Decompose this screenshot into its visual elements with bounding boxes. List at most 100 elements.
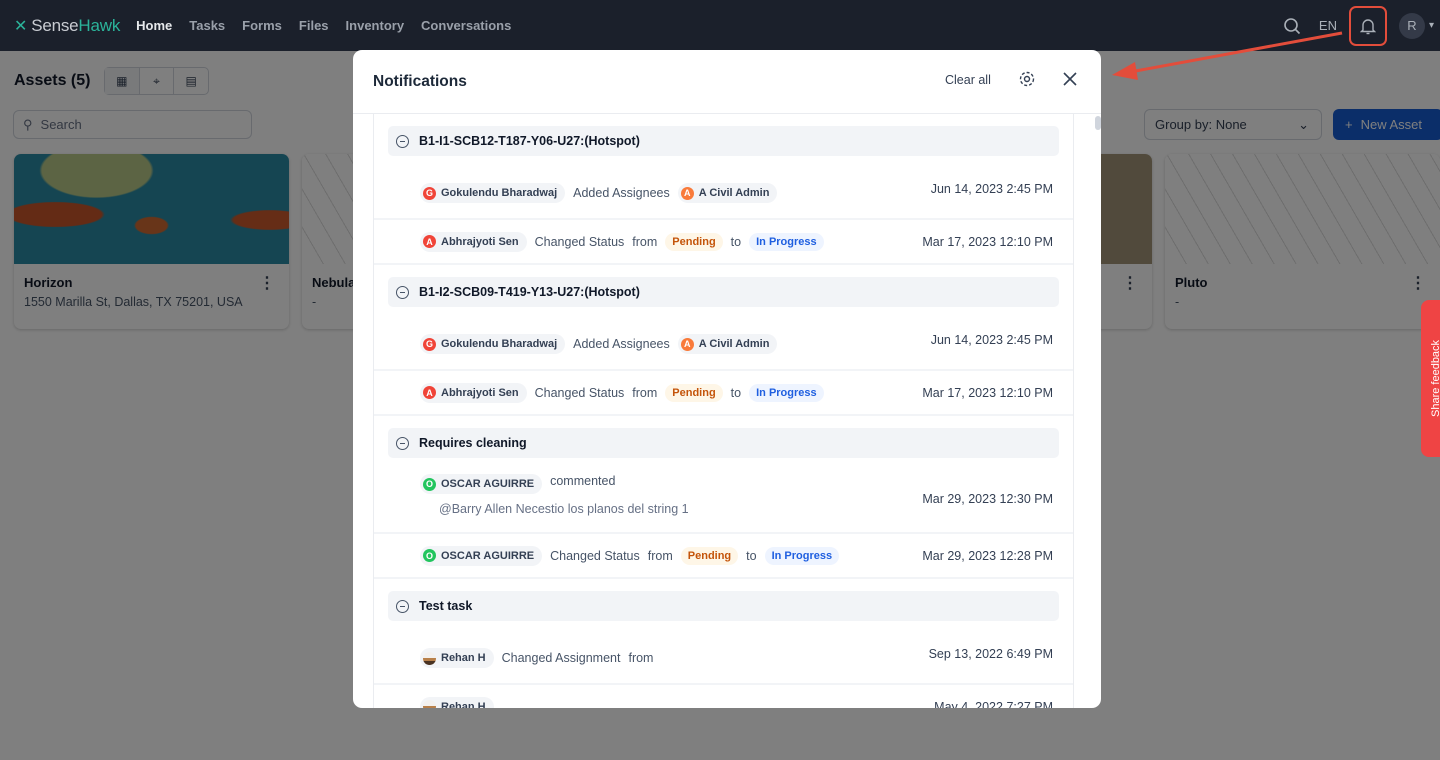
share-feedback-button[interactable]: Share feedback bbox=[1421, 300, 1440, 457]
chevron-down-icon[interactable]: ▾ bbox=[1429, 20, 1434, 31]
timestamp: Mar 29, 2023 12:30 PM bbox=[922, 492, 1053, 506]
status-badge-in-progress: In Progress bbox=[749, 383, 824, 402]
user-name: OSCAR AGUIRRE bbox=[441, 549, 535, 562]
notification-row[interactable]: O OSCAR AGUIRRE commented @Barry Allen Nece… bbox=[374, 458, 1073, 534]
language-selector[interactable]: EN bbox=[1319, 18, 1337, 33]
nav-forms[interactable]: Forms bbox=[242, 18, 282, 33]
action-text: Changed Status bbox=[534, 385, 625, 400]
user-chip[interactable]: Rehan H bbox=[420, 648, 494, 668]
timestamp: Jun 14, 2023 2:45 PM bbox=[930, 182, 1053, 196]
user-chip[interactable]: O OSCAR AGUIRRE bbox=[420, 474, 543, 494]
user-avatar: A bbox=[680, 337, 694, 351]
user-avatar bbox=[423, 651, 436, 665]
logo-icon: ✕ bbox=[14, 17, 28, 35]
action-text: Added Assignees bbox=[573, 186, 670, 200]
group-title: Test task bbox=[419, 599, 473, 613]
notifications-button[interactable] bbox=[1348, 5, 1387, 46]
search-icon[interactable] bbox=[1283, 17, 1301, 35]
timestamp: Jun 14, 2023 2:45 PM bbox=[930, 333, 1053, 347]
user-chip[interactable]: G Gokulendu Bharadwaj bbox=[420, 183, 566, 203]
status-badge-in-progress: In Progress bbox=[749, 232, 824, 251]
timestamp: Mar 17, 2023 12:10 PM bbox=[922, 385, 1053, 400]
user-name: A Civil Admin bbox=[698, 187, 770, 199]
scrollbar[interactable] bbox=[1095, 116, 1101, 130]
nav-files[interactable]: Files bbox=[299, 18, 329, 33]
user-name: Abhrajyoti Sen bbox=[441, 386, 519, 399]
user-name: Gokulendu Bharadwaj bbox=[441, 187, 558, 199]
comment-text: @Barry Allen Necestio los planos del str… bbox=[439, 502, 689, 516]
group-header[interactable]: Test task bbox=[388, 591, 1059, 621]
user-avatar: O bbox=[423, 549, 436, 562]
notification-row[interactable]: O OSCAR AGUIRRE Changed Status from Pending t… bbox=[374, 534, 1073, 579]
action-text: Changed Status bbox=[534, 234, 625, 249]
timestamp: Mar 17, 2023 12:10 PM bbox=[922, 234, 1053, 249]
user-name: Abhrajyoti Sen bbox=[441, 235, 519, 248]
close-icon[interactable] bbox=[1061, 70, 1079, 88]
group-title: Requires cleaning bbox=[419, 436, 527, 450]
clear-all-button[interactable]: Clear all bbox=[945, 73, 991, 87]
status-badge-pending: Pending bbox=[665, 383, 723, 402]
status-badge-pending: Pending bbox=[665, 232, 723, 251]
timestamp: Mar 29, 2023 12:28 PM bbox=[922, 548, 1053, 563]
user-chip[interactable]: A A Civil Admin bbox=[677, 183, 778, 203]
user-avatar: A bbox=[423, 235, 436, 248]
user-avatar: G bbox=[423, 186, 436, 200]
sensehawk-logo[interactable]: ✕ Sense Hawk bbox=[14, 16, 120, 36]
nav-tasks[interactable]: Tasks bbox=[189, 18, 225, 33]
user-name: OSCAR AGUIRRE bbox=[441, 478, 535, 490]
user-chip[interactable]: O OSCAR AGUIRRE bbox=[420, 545, 543, 566]
action-text: Added Assignees bbox=[573, 337, 670, 351]
timestamp: May 4, 2022 7:27 PM bbox=[934, 699, 1053, 709]
user-chip[interactable]: G Gokulendu Bharadwaj bbox=[420, 334, 566, 354]
user-chip[interactable]: Rehan H bbox=[420, 696, 494, 709]
timestamp: Sep 13, 2022 6:49 PM bbox=[928, 647, 1053, 661]
user-chip[interactable]: A Abhrajyoti Sen bbox=[420, 231, 527, 252]
notification-row[interactable]: Rehan H May 4, 2022 7:27 PM bbox=[374, 685, 1073, 708]
collapse-icon[interactable] bbox=[396, 134, 409, 148]
user-name: A Civil Admin bbox=[698, 338, 770, 350]
from-text: from bbox=[628, 651, 654, 665]
user-avatar: A bbox=[423, 386, 436, 399]
user-avatar: O bbox=[423, 477, 436, 491]
notification-row[interactable]: G Gokulendu Bharadwaj Added Assignees A A Ci… bbox=[374, 156, 1073, 220]
notification-row[interactable]: Rehan H Changed Assignment from Sep 13, 202… bbox=[374, 621, 1073, 685]
group-header[interactable]: B1-I1-SCB12-T187-Y06-U27:(Hotspot) bbox=[388, 126, 1059, 156]
user-avatar bbox=[423, 700, 436, 708]
from-text: from bbox=[647, 548, 673, 563]
user-name: Rehan H bbox=[441, 652, 486, 664]
user-chip[interactable]: A Abhrajyoti Sen bbox=[420, 382, 527, 403]
to-text: to bbox=[730, 385, 742, 400]
action-text: Changed Status bbox=[550, 548, 640, 563]
collapse-icon[interactable] bbox=[396, 436, 409, 450]
collapse-icon[interactable] bbox=[396, 599, 409, 613]
nav-home[interactable]: Home bbox=[136, 18, 172, 33]
user-avatar: A bbox=[680, 186, 694, 200]
collapse-icon[interactable] bbox=[396, 285, 409, 299]
user-avatar[interactable]: R bbox=[1398, 12, 1425, 39]
from-text: from bbox=[632, 234, 658, 249]
nav-conversations[interactable]: Conversations bbox=[421, 18, 511, 33]
group-header[interactable]: Requires cleaning bbox=[388, 428, 1059, 458]
notification-row[interactable]: G Gokulendu Bharadwaj Added Assignees A A Ci… bbox=[374, 307, 1073, 371]
status-badge-in-progress: In Progress bbox=[764, 546, 840, 565]
notification-row[interactable]: A Abhrajyoti Sen Changed Status from Pending… bbox=[374, 220, 1073, 265]
top-nav: ✕ Sense Hawk Home Tasks Forms Files Invent… bbox=[0, 0, 1440, 51]
group-header[interactable]: B1-I2-SCB09-T419-Y13-U27:(Hotspot) bbox=[388, 277, 1059, 307]
user-name: Rehan H bbox=[441, 700, 486, 709]
gear-icon[interactable] bbox=[1018, 70, 1036, 88]
group-title: B1-I1-SCB12-T187-Y06-U27:(Hotspot) bbox=[419, 134, 640, 148]
group-title: B1-I2-SCB09-T419-Y13-U27:(Hotspot) bbox=[419, 285, 640, 299]
to-text: to bbox=[730, 234, 742, 249]
user-name: Gokulendu Bharadwaj bbox=[441, 338, 558, 350]
nav-inventory[interactable]: Inventory bbox=[346, 18, 405, 33]
user-chip[interactable]: A A Civil Admin bbox=[677, 334, 778, 354]
notifications-modal: Notifications Clear all B1-I1-SCB12-T187… bbox=[353, 50, 1101, 708]
action-text: commented bbox=[550, 474, 616, 488]
notification-list: B1-I1-SCB12-T187-Y06-U27:(Hotspot) G Gokul… bbox=[373, 114, 1074, 708]
bell-icon bbox=[1359, 18, 1376, 34]
modal-title: Notifications bbox=[373, 73, 467, 90]
action-text: Changed Assignment bbox=[501, 651, 621, 665]
notification-row[interactable]: A Abhrajyoti Sen Changed Status from Pending… bbox=[374, 371, 1073, 416]
to-text: to bbox=[746, 548, 757, 563]
from-text: from bbox=[632, 385, 658, 400]
